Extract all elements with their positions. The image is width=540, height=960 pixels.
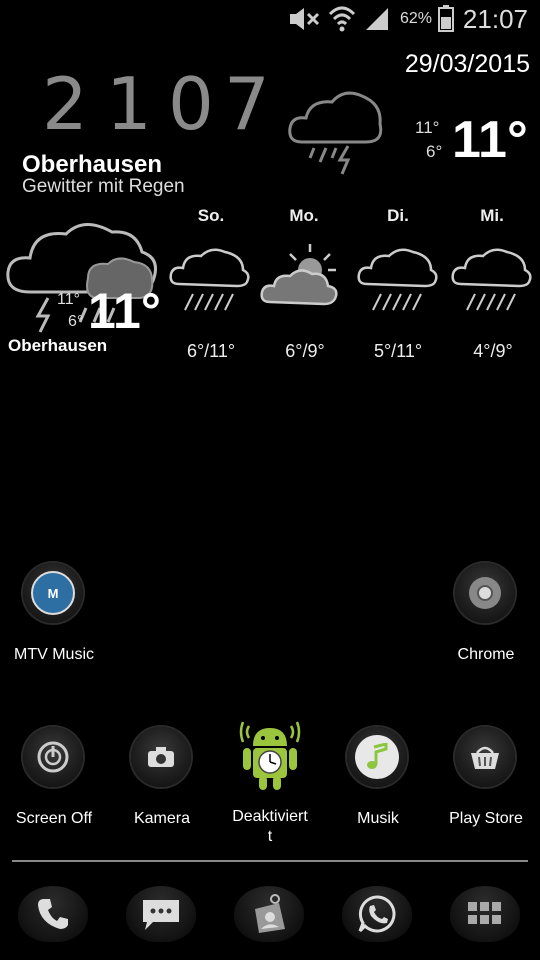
clock-digit: 1: [106, 62, 152, 146]
status-bar: 62% 21:07: [0, 0, 540, 38]
app-label: Kamera: [133, 810, 191, 827]
mute-icon: [290, 8, 320, 30]
rain-icon: [451, 248, 532, 311]
contacts-icon: [234, 886, 304, 942]
phone-icon: [18, 886, 88, 942]
dock-messages[interactable]: [126, 886, 196, 942]
status-time: 21:07: [462, 4, 528, 34]
dock-phone[interactable]: [18, 886, 88, 942]
android-alarm-icon: [239, 721, 301, 790]
app-play-store[interactable]: Play Store: [431, 727, 540, 829]
weather-condition: Gewitter mit Regen: [22, 176, 185, 197]
wifi-icon: [328, 6, 356, 32]
city-name: Oberhausen: [22, 151, 163, 178]
temp-min: 6°: [426, 142, 443, 161]
mtv-icon: M: [23, 563, 83, 623]
clock-digit: 0: [168, 62, 214, 146]
forecast-temps: 6°/9°: [285, 341, 325, 361]
app-label: Deaktiviert t: [232, 808, 308, 845]
forecast-temps: 6°/11°: [186, 341, 236, 361]
dock-app-drawer[interactable]: [450, 886, 520, 942]
rain-icon: [357, 248, 438, 311]
forecast-temps: 4°/9°: [473, 341, 513, 361]
city-name: Oberhausen: [8, 336, 108, 355]
app-label: Musik: [357, 810, 399, 827]
forecast-day: Mi.: [480, 206, 504, 225]
dock-divider: [12, 860, 528, 862]
forecast-day: So.: [197, 206, 225, 225]
messages-icon: [126, 886, 196, 942]
app-kamera[interactable]: Kamera: [107, 727, 217, 829]
signal-icon: [366, 8, 388, 30]
whatsapp-icon: [342, 886, 412, 942]
rain-icon: [169, 248, 250, 311]
shopping-basket-icon: [455, 727, 515, 787]
temp-max: 11°: [57, 291, 81, 308]
app-screen-off[interactable]: Screen Off: [0, 727, 109, 829]
partly-cloudy-icon: [260, 244, 338, 306]
dock-whatsapp[interactable]: [342, 886, 412, 942]
current-temperature: 11°: [88, 283, 161, 339]
forecast-day: Di.: [387, 206, 409, 225]
chrome-icon: [455, 563, 515, 623]
dock-contacts[interactable]: [234, 886, 304, 942]
app-label: Screen Off: [15, 810, 93, 827]
temp-max: 11°: [415, 118, 440, 137]
forecast-day: Mo.: [289, 206, 319, 225]
app-label: MTV Music: [14, 646, 94, 663]
thunderstorm-icon: [288, 91, 383, 175]
power-icon: [23, 727, 83, 787]
app-chrome[interactable]: Chrome: [431, 563, 540, 665]
app-mtv-music[interactable]: M MTV Music: [0, 563, 109, 665]
forecast-temps: 5°/11°: [373, 341, 423, 361]
clock-digit: 2: [42, 62, 88, 146]
app-label: Chrome: [457, 646, 515, 663]
app-musik[interactable]: Musik: [323, 727, 433, 829]
battery-percent: 62%: [400, 10, 433, 27]
temp-min: 6°: [68, 313, 84, 330]
date-label: 29/03/2015: [404, 50, 530, 78]
music-note-icon: [347, 727, 407, 787]
app-label: Play Store: [449, 810, 523, 827]
camera-icon: [131, 727, 191, 787]
clock-digit: 7: [224, 62, 270, 146]
current-temperature: 11°: [452, 111, 528, 169]
battery-icon: [438, 5, 454, 32]
app-deaktiviert[interactable]: Deaktiviert t: [215, 712, 325, 847]
app-drawer-icon: [450, 886, 520, 942]
